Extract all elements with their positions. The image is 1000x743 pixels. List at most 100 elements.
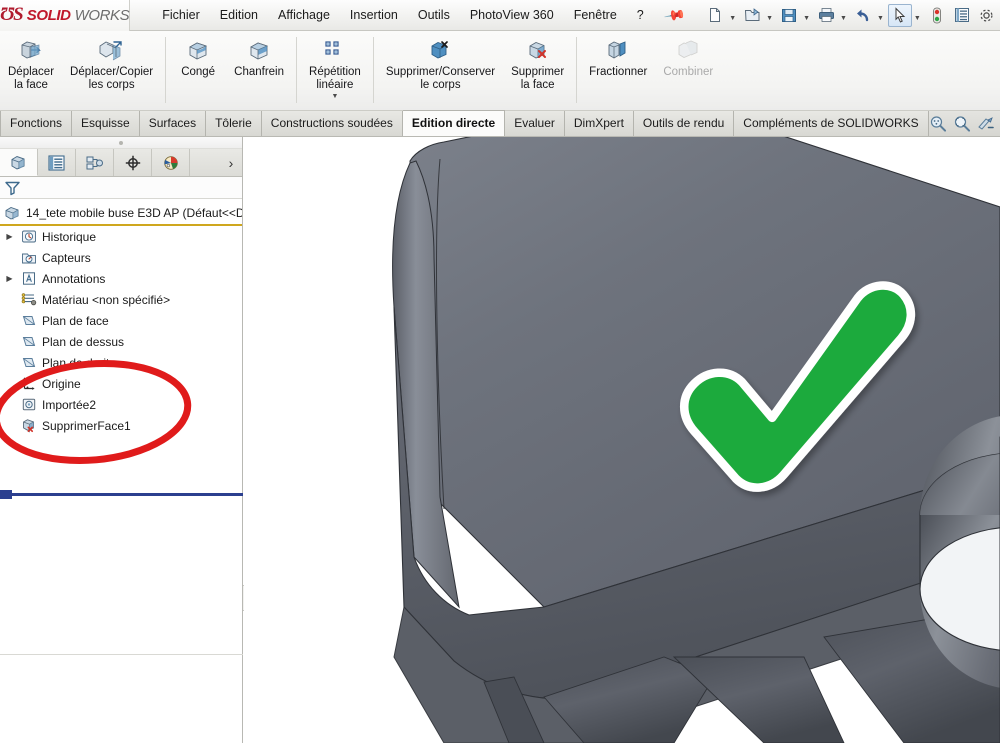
zoom-to-fit-icon[interactable] <box>929 114 948 133</box>
grip-dot-icon <box>119 140 123 145</box>
tree-item-label: Capteurs <box>42 250 91 265</box>
undo-button[interactable] <box>851 4 875 27</box>
delete-keep-body-icon <box>427 38 453 64</box>
tab-esquisse[interactable]: Esquisse <box>72 111 140 136</box>
fillet-icon <box>185 38 211 64</box>
linear-pattern-dropdown-icon[interactable]: ▼ <box>331 93 338 100</box>
view-toolbar <box>929 114 1000 136</box>
dimxpert-manager-tab[interactable] <box>114 149 152 176</box>
menu-outils[interactable]: Outils <box>408 4 460 26</box>
print-button[interactable] <box>814 4 838 27</box>
new-document-caret-icon[interactable]: ▼ <box>728 15 739 22</box>
select-tool-button[interactable] <box>887 3 912 27</box>
tab-constructions-soudees[interactable]: Constructions soudées <box>261 111 403 136</box>
rebuild-button[interactable] <box>925 4 949 27</box>
tab-edition-directe[interactable]: Edition directe <box>402 110 506 136</box>
tree-item-label: Historique <box>42 229 97 244</box>
options-button[interactable] <box>950 4 974 27</box>
panel-tab-bar: › <box>0 149 242 177</box>
delete-face-label: Supprimer la face <box>511 66 565 91</box>
ribbon-divider-2 <box>296 37 298 103</box>
linear-pattern-button[interactable]: Répétition linéaire ▼ <box>301 35 369 103</box>
tree-item-plan-de-face[interactable]: ▶ Plan de face <box>0 310 242 331</box>
delete-face-button[interactable]: Supprimer la face <box>503 35 572 94</box>
command-manager-tabs: Fonctions Esquisse Surfaces Tôlerie Cons… <box>0 110 1000 137</box>
undo-caret-icon[interactable]: ▼ <box>876 15 887 22</box>
save-button[interactable] <box>777 4 801 27</box>
expand-arrow-icon[interactable]: ▶ <box>4 232 15 241</box>
solidworks-logo[interactable]: ƱS SOLID WORKS <box>0 0 131 31</box>
tab-complements-solidworks[interactable]: Compléments de SOLIDWORKS <box>734 111 929 136</box>
tab-dimxpert[interactable]: DimXpert <box>564 111 634 136</box>
tab-fonctions[interactable]: Fonctions <box>0 111 73 136</box>
move-face-icon <box>18 38 44 64</box>
tab-tolerie[interactable]: Tôlerie <box>206 111 262 136</box>
graphics-viewport[interactable] <box>244 137 1000 743</box>
annotations-icon <box>20 270 37 287</box>
tree-item-plan-de-droite[interactable]: ▶ Plan de droite <box>0 352 242 373</box>
new-document-button[interactable] <box>703 4 727 27</box>
menu-fenetre[interactable]: Fenêtre <box>564 4 627 26</box>
menu-help[interactable]: ? <box>627 4 654 26</box>
tree-item-materiau[interactable]: ▶ Matériau <non spécifié> <box>0 289 242 310</box>
filter-funnel-icon <box>5 181 20 195</box>
move-copy-bodies-button[interactable]: Déplacer/Copier les corps <box>62 35 161 94</box>
delete-keep-body-button[interactable]: Supprimer/Conserver le corps <box>378 35 503 94</box>
menu-fichier[interactable]: Fichier <box>152 4 210 26</box>
linear-pattern-icon <box>322 38 348 64</box>
expand-arrow-icon[interactable]: ▶ <box>4 274 15 283</box>
chamfer-button[interactable]: Chanfrein <box>226 35 292 82</box>
panel-top-grip[interactable] <box>0 137 242 149</box>
open-document-caret-icon[interactable]: ▼ <box>765 15 776 22</box>
tab-evaluer[interactable]: Evaluer <box>505 111 565 136</box>
feature-manager-tab[interactable] <box>0 149 38 176</box>
tree-item-supprimerface1[interactable]: ▶ SupprimerFace1 <box>0 415 242 436</box>
tree-item-importee2[interactable]: ▶ Importée2 <box>0 394 242 415</box>
tab-surfaces[interactable]: Surfaces <box>139 111 207 136</box>
part-document-icon <box>4 204 21 221</box>
split-icon <box>605 38 631 64</box>
combine-label: Combiner <box>663 66 714 78</box>
tree-item-label: Annotations <box>42 271 106 286</box>
display-manager-tab[interactable] <box>152 149 190 176</box>
tree-item-label: Importée2 <box>42 397 97 412</box>
select-tool-caret-icon[interactable]: ▼ <box>913 15 924 22</box>
chevron-right-icon: › <box>228 154 234 171</box>
tree-item-capteurs[interactable]: ▶ Capteurs <box>0 247 242 268</box>
property-manager-tab[interactable] <box>38 149 76 176</box>
settings-gear-button[interactable] <box>975 4 999 27</box>
section-view-icon[interactable] <box>977 114 996 133</box>
configuration-manager-tab[interactable] <box>76 149 114 176</box>
tree-pane-splitter[interactable] <box>0 654 243 655</box>
tab-outils-de-rendu[interactable]: Outils de rendu <box>633 111 735 136</box>
feature-tree-icon <box>11 155 24 170</box>
feature-tree-filter[interactable] <box>0 177 242 199</box>
tree-item-historique[interactable]: ▶ Historique <box>0 226 242 247</box>
rollback-bar[interactable] <box>0 493 243 496</box>
tree-item-plan-de-dessus[interactable]: ▶ Plan de dessus <box>0 331 242 352</box>
tree-item-annotations[interactable]: ▶ Annotations <box>0 268 242 289</box>
ribbon-group-combine: Fractionner Combiner <box>581 35 721 107</box>
zoom-to-area-icon[interactable] <box>953 114 972 133</box>
menu-insertion[interactable]: Insertion <box>340 4 408 26</box>
plane-icon <box>20 333 37 350</box>
chamfer-label: Chanfrein <box>234 66 285 78</box>
move-face-button[interactable]: Déplacer la face <box>0 35 62 94</box>
open-document-button[interactable] <box>740 4 764 27</box>
split-button[interactable]: Fractionner <box>581 35 655 82</box>
save-caret-icon[interactable]: ▼ <box>802 15 813 22</box>
menu-affichage[interactable]: Affichage <box>268 4 340 26</box>
menu-edition[interactable]: Edition <box>210 4 268 26</box>
pushpin-icon[interactable]: 📌 <box>662 3 686 27</box>
print-caret-icon[interactable]: ▼ <box>839 15 850 22</box>
delete-face-icon <box>525 38 551 64</box>
feature-tree-root[interactable]: 14_tete mobile buse E3D AP (Défaut<<Défa <box>0 202 242 226</box>
panel-expand-button[interactable]: › <box>220 149 242 176</box>
menu-photoview-360[interactable]: PhotoView 360 <box>460 4 564 26</box>
feature-tree: 14_tete mobile buse E3D AP (Défaut<<Défa… <box>0 199 243 655</box>
fillet-button[interactable]: Congé <box>170 35 226 82</box>
tree-item-label: SupprimerFace1 <box>42 418 131 433</box>
quick-access-toolbar: ▼ ▼ ▼ ▼ ▼ ▼ <box>703 3 1000 27</box>
tree-item-origine[interactable]: ▶ Origine <box>0 373 242 394</box>
property-list-icon <box>48 154 65 171</box>
